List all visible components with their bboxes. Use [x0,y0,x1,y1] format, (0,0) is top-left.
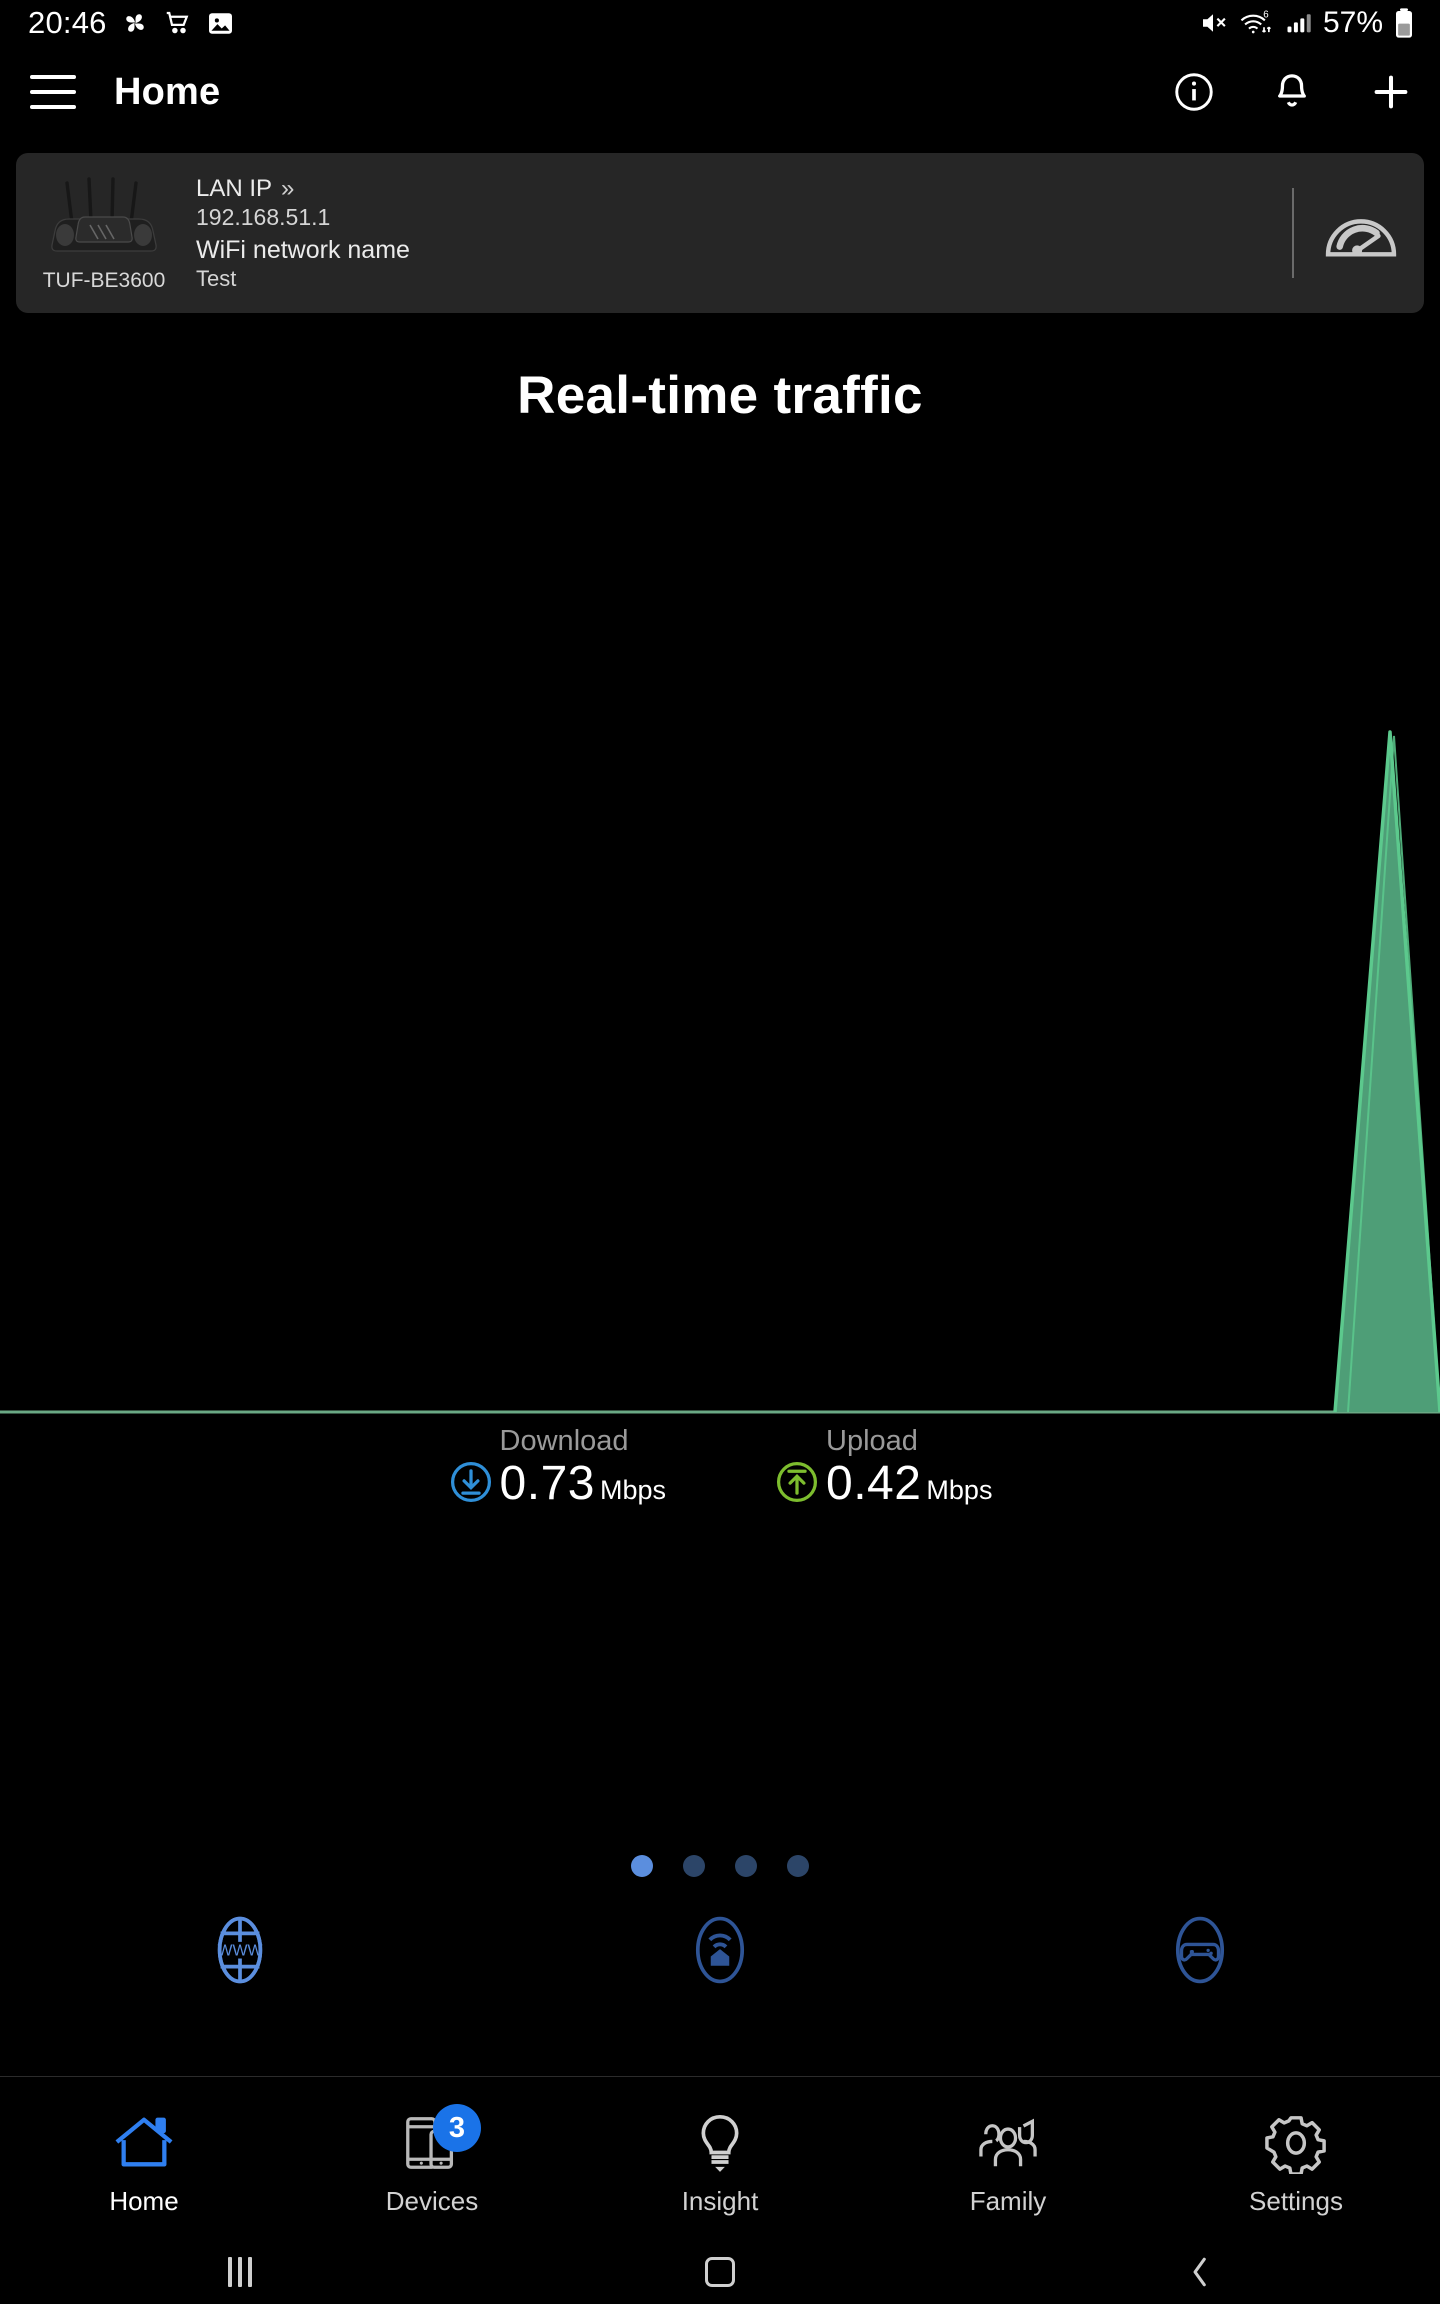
shortcut-game[interactable] [960,1913,1440,1987]
house-icon [115,2117,173,2167]
add-plus-icon[interactable] [1368,69,1414,115]
router-thumbnail: TUF-BE3600 [30,173,178,293]
pinwheel-icon [120,8,150,38]
home-button[interactable] [480,2257,960,2287]
home-wifi-icon [695,1916,745,1984]
router-network-info: LAN IP » 192.168.51.1 WiFi network name … [196,175,410,292]
status-bar-left: 20:46 [28,5,235,41]
home-square-icon [705,2257,735,2287]
page-dot-2[interactable] [683,1855,705,1877]
download-arrow-icon [448,1459,494,1505]
lan-ip-value: 192.168.51.1 [196,203,331,230]
upload-arrow-icon [774,1459,820,1505]
hamburger-menu-icon[interactable] [30,75,76,109]
back-chevron-icon [1193,2257,1206,2287]
bottom-navigation: Home 3 Devices Insight Family Settings [0,2076,1440,2240]
speedometer-icon[interactable] [1320,202,1402,264]
app-header-actions [1172,69,1414,115]
app-header: Home [0,46,1440,138]
shortcut-row: WWW [0,1895,1440,2005]
page-indicator[interactable] [0,1855,1440,1877]
traffic-area-chart [0,730,1440,1414]
lightbulb-icon [701,2115,739,2172]
speed-readout: Download 0.73 Mbps Upload 0.42 Mbps [0,1425,1440,1511]
android-system-nav [0,2240,1440,2304]
nav-item-home[interactable]: Home [0,2100,288,2217]
page-dot-3[interactable] [735,1855,757,1877]
gear-icon [1265,2116,1326,2174]
battery-icon [1394,7,1414,39]
page-dot-1[interactable] [631,1855,653,1877]
router-image-icon [51,177,157,252]
wifi-6-icon: 6 [1239,8,1273,38]
status-bar-right: 6 57% [1198,6,1414,40]
info-icon[interactable] [1172,70,1216,114]
lan-ip-row[interactable]: LAN IP » [196,175,410,203]
svg-text:6: 6 [1263,10,1268,21]
status-time: 20:46 [28,5,107,40]
download-unit: Mbps [599,1475,666,1505]
shopping-cart-icon [163,8,193,38]
devices-badge: 3 [433,2104,481,2152]
nav-item-devices[interactable]: 3 Devices [288,2100,576,2217]
battery-percentage: 57% [1322,6,1383,39]
download-label: Download [499,1425,629,1457]
shortcut-internet[interactable]: WWW [0,1913,480,1987]
double-chevron-right-icon: » [281,174,294,202]
mute-icon [1198,8,1228,38]
upload-readout: Upload 0.42 Mbps [774,1425,992,1511]
shortcut-home-wifi[interactable] [480,1913,960,1987]
router-model-label: TUF-BE3600 [42,269,166,292]
svg-text:WWW: WWW [217,1943,262,1960]
upload-label: Upload [826,1425,918,1457]
notification-bell-icon[interactable] [1270,70,1314,114]
nav-label-insight: Insight [681,2186,759,2216]
nav-item-settings[interactable]: Settings [1152,2100,1440,2217]
download-readout: Download 0.73 Mbps [448,1425,666,1511]
nav-label-devices: Devices [385,2186,479,2216]
page-title: Home [114,70,221,113]
wifi-name-value: Test [196,265,237,291]
nav-label-family: Family [969,2186,1047,2216]
cellular-signal-icon [1284,9,1312,37]
page-dot-4[interactable] [787,1855,809,1877]
back-button[interactable] [960,2255,1440,2289]
download-value: 0.73 [499,1457,595,1510]
internet-www-icon: WWW [217,1916,263,1984]
lan-ip-label: LAN IP [196,174,273,202]
nav-item-family[interactable]: Family [864,2100,1152,2217]
wifi-name-label: WiFi network name [196,235,410,264]
recents-button[interactable] [0,2257,480,2287]
family-people-icon [979,2118,1037,2167]
upload-value: 0.42 [826,1457,922,1510]
speedtest-section [1292,153,1402,313]
card-divider [1292,188,1294,278]
nav-item-insight[interactable]: Insight [576,2100,864,2217]
status-bar: 20:46 6 57% [0,0,1440,46]
nav-label-settings: Settings [1249,2186,1343,2216]
game-controller-icon [1175,1916,1225,1984]
realtime-traffic-chart [0,700,1440,1415]
recents-icon [228,2257,252,2287]
upload-unit: Mbps [926,1475,993,1505]
image-icon [206,9,235,38]
nav-label-home: Home [109,2186,179,2216]
router-status-card[interactable]: TUF-BE3600 LAN IP » 192.168.51.1 WiFi ne… [16,153,1424,313]
traffic-title: Real-time traffic [517,366,923,425]
